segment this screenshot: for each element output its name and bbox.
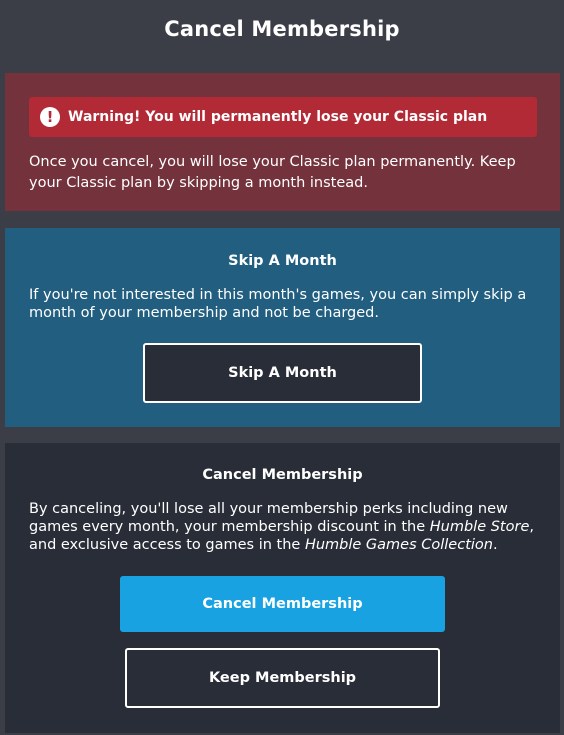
cancel-membership-card: Cancel Membership By canceling, you'll l… <box>5 443 560 733</box>
skip-month-button[interactable]: Skip A Month <box>143 343 422 403</box>
cancel-membership-button[interactable]: Cancel Membership <box>120 576 445 632</box>
cancel-membership-button-label: Cancel Membership <box>202 596 363 612</box>
warning-banner-text: Warning! You will permanently lose your … <box>68 109 488 125</box>
warning-banner: ! Warning! You will permanently lose you… <box>29 97 537 137</box>
cancel-membership-page: Cancel Membership ! Warning! You will pe… <box>0 0 564 735</box>
skip-month-button-label: Skip A Month <box>228 365 337 381</box>
exclamation-circle-icon: ! <box>40 107 60 127</box>
cancel-membership-heading: Cancel Membership <box>202 467 363 483</box>
skip-month-heading: Skip A Month <box>228 253 337 269</box>
warning-card: ! Warning! You will permanently lose you… <box>5 73 560 211</box>
cancel-membership-body-text: By canceling, you'll lose all your membe… <box>29 500 544 554</box>
skip-month-body-text: If you're not interested in this month's… <box>29 287 527 321</box>
keep-membership-button-label: Keep Membership <box>208 670 357 686</box>
humble-store-name: Humble Store <box>429 519 530 535</box>
humble-games-collection-name: Humble Games Collection <box>304 537 493 553</box>
warning-body-text: Once you cancel, you will lose your Clas… <box>29 154 516 191</box>
keep-membership-button[interactable]: Keep Membership <box>125 648 440 708</box>
skip-month-card: Skip A Month If you're not interested in… <box>5 228 560 427</box>
page-title: Cancel Membership <box>164 17 400 41</box>
cancel-body-part3: . <box>492 537 498 553</box>
